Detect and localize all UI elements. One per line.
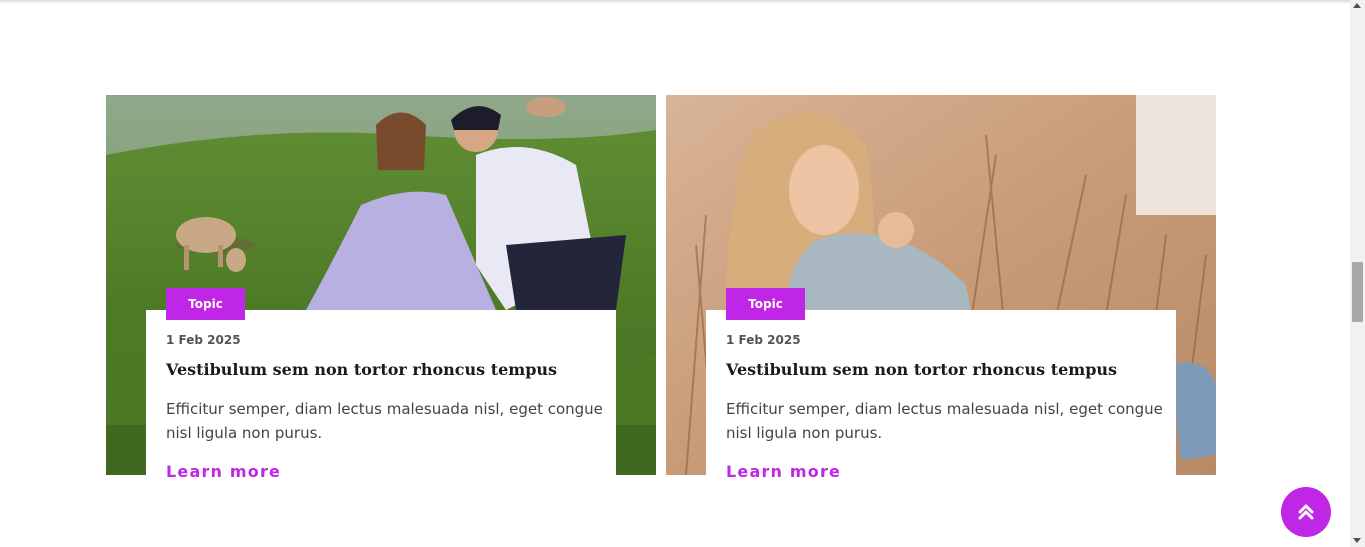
card-content-panel: 1 Feb 2025 Vestibulum sem non tortor rho… xyxy=(706,310,1176,485)
post-excerpt: Efficitur semper, diam lectus malesuada … xyxy=(166,400,603,442)
topic-badge[interactable]: Topic xyxy=(166,288,245,320)
scroll-up-arrow-icon[interactable] xyxy=(1353,3,1361,8)
post-title[interactable]: Vestibulum sem non tortor rhoncus tempus xyxy=(726,360,1117,379)
blog-card-2: Topic 1 Feb 2025 Vestibulum sem non tort… xyxy=(666,95,1216,485)
blog-card-1: Topic 1 Feb 2025 Vestibulum sem non tort… xyxy=(106,95,656,485)
learn-more-link[interactable]: Learn more xyxy=(726,462,841,481)
back-to-top-button[interactable] xyxy=(1281,487,1331,537)
card-content-panel: 1 Feb 2025 Vestibulum sem non tortor rho… xyxy=(146,310,616,485)
vertical-scrollbar[interactable] xyxy=(1350,0,1365,547)
scroll-down-arrow-icon[interactable] xyxy=(1353,538,1361,543)
scrollbar-thumb[interactable] xyxy=(1352,262,1363,322)
post-date: 1 Feb 2025 xyxy=(166,333,241,347)
post-title[interactable]: Vestibulum sem non tortor rhoncus tempus xyxy=(166,360,557,379)
post-excerpt: Efficitur semper, diam lectus malesuada … xyxy=(726,400,1163,442)
double-chevron-up-icon xyxy=(1298,504,1314,520)
post-date: 1 Feb 2025 xyxy=(726,333,801,347)
learn-more-link[interactable]: Learn more xyxy=(166,462,281,481)
page-top-edge xyxy=(0,0,1350,4)
topic-badge[interactable]: Topic xyxy=(726,288,805,320)
